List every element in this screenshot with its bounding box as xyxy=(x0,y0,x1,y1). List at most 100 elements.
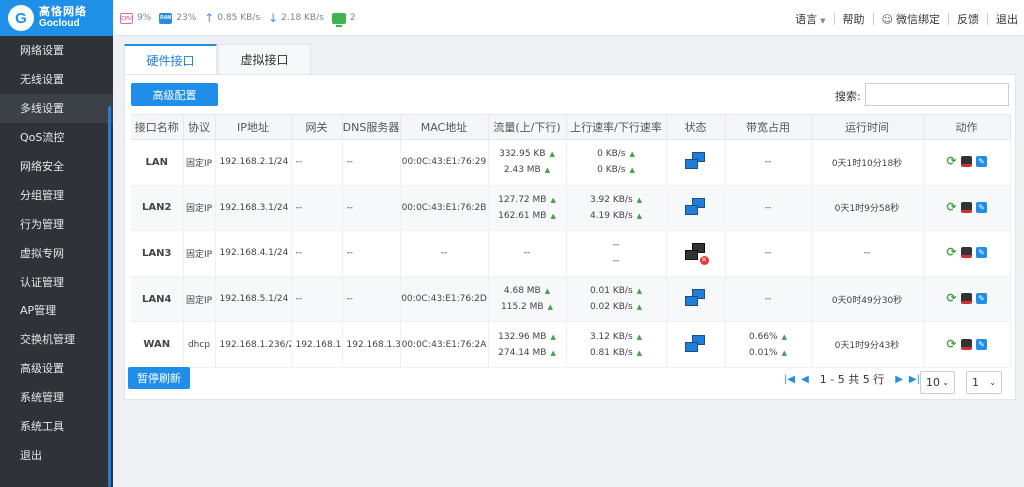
sidebar-scrollbar[interactable] xyxy=(108,106,111,487)
col-header-gateway: 网关 xyxy=(291,114,343,140)
tab-hardware[interactable]: 硬件接口 xyxy=(124,44,217,74)
disconnect-icon[interactable] xyxy=(961,293,972,305)
sidebar-item-qos[interactable]: QoS流控 xyxy=(0,123,113,152)
cell-gateway: -- xyxy=(291,230,343,277)
cell-name: WAN xyxy=(131,321,184,368)
first-page-icon[interactable]: |◀ xyxy=(784,374,795,385)
pagination: |◀ ◀ 1 - 5 共 5 行 ▶ ▶| xyxy=(781,371,923,387)
cell-uptime: 0天0时49分30秒 xyxy=(811,276,924,323)
sidebar-item-multiline[interactable]: 多线设置 xyxy=(0,93,113,123)
sidebar-item-vpn[interactable]: 虚拟专网 xyxy=(0,238,113,267)
online-monitor-icon xyxy=(331,12,346,27)
up-arrow-icon: ▲ xyxy=(544,287,551,296)
col-header-traffic: 流量(上/下行) xyxy=(488,114,567,140)
ram-value: 23% xyxy=(176,13,197,23)
cell-bandwidth: -- xyxy=(725,230,812,277)
network-connected-icon xyxy=(684,334,707,355)
logout-link[interactable]: 退出 xyxy=(996,11,1018,27)
cell-status xyxy=(666,321,726,368)
logo[interactable]: G 高恪网络 Gocloud xyxy=(0,0,113,36)
disconnect-icon[interactable] xyxy=(961,338,972,350)
sidebar-item-security[interactable]: 网络安全 xyxy=(0,152,113,181)
up-arrow-icon: ▲ xyxy=(550,195,556,204)
cell-ip: 192.168.1.236/24 xyxy=(215,321,292,368)
cell-bandwidth: -- xyxy=(725,276,812,323)
cell-actions: ⟳ ✎ xyxy=(923,230,1011,277)
wechat-icon: ☺ xyxy=(881,13,893,26)
upload-value: 0.85 KB/s xyxy=(217,13,261,23)
sidebar-item-ap[interactable]: AP管理 xyxy=(0,296,113,325)
cell-mac: -- xyxy=(400,230,489,277)
sidebar-item-wireless[interactable]: 无线设置 xyxy=(0,65,113,94)
ram-stat: RAM 23% xyxy=(159,12,197,24)
feedback-link[interactable]: 反馈 xyxy=(957,11,979,27)
edit-icon[interactable]: ✎ xyxy=(976,293,987,305)
upload-stat: ↑ 0.85 KB/s xyxy=(204,11,260,25)
refresh-icon[interactable]: ⟳ xyxy=(946,201,957,213)
disconnect-icon[interactable] xyxy=(961,156,972,168)
page-size-select[interactable]: 10 ⌄ xyxy=(920,371,955,394)
edit-icon[interactable]: ✎ xyxy=(976,201,987,213)
brand-name-cn: 高恪网络 xyxy=(39,5,87,18)
advanced-config-button[interactable]: 高级配置 xyxy=(131,83,218,106)
up-arrow-icon: ▲ xyxy=(636,348,643,357)
edit-icon[interactable]: ✎ xyxy=(976,338,987,350)
page-number-select[interactable]: 1 ⌄ xyxy=(966,371,1002,394)
help-link[interactable]: 帮助 xyxy=(843,11,865,27)
cell-rate: 3.92 KB/s ▲ 4.19 KB/s ▲ xyxy=(566,185,667,232)
up-arrow-icon: ▲ xyxy=(547,303,553,312)
system-stats: CPU 9% RAM 23% ↑ 0.85 KB/s ↓ 2.18 KB/s 2 xyxy=(120,10,364,27)
sidebar-item-exit[interactable]: 退出 xyxy=(0,440,113,469)
cell-rate: 3.12 KB/s ▲ 0.81 KB/s ▲ xyxy=(566,321,667,368)
cell-bandwidth: 0.66% ▲ 0.01% ▲ xyxy=(725,321,812,368)
pause-refresh-button[interactable]: 暂停刷新 xyxy=(128,367,190,389)
edit-icon[interactable]: ✎ xyxy=(976,156,987,168)
col-header-status: 状态 xyxy=(666,114,726,140)
refresh-icon[interactable]: ⟳ xyxy=(946,338,957,350)
sidebar-item-auth[interactable]: 认证管理 xyxy=(0,267,113,296)
next-page-icon[interactable]: ▶ xyxy=(895,374,903,385)
interface-panel: 高级配置 搜索: 接口名称 协议 IP地址 网关 DNS服务器 MAC地址 流量… xyxy=(124,74,1016,400)
prev-page-icon[interactable]: ◀ xyxy=(801,374,809,385)
up-arrow-icon: ▲ xyxy=(636,287,643,296)
up-arrow-icon: ▲ xyxy=(636,332,643,341)
sidebar-item-groups[interactable]: 分组管理 xyxy=(0,180,113,209)
col-header-bandwidth: 带宽占用 xyxy=(725,114,812,140)
disconnect-icon[interactable] xyxy=(961,247,972,259)
disconnect-icon[interactable] xyxy=(961,201,972,213)
up-arrow-icon: ▲ xyxy=(636,195,643,204)
interface-table: 接口名称 协议 IP地址 网关 DNS服务器 MAC地址 流量(上/下行) 上行… xyxy=(131,114,1011,368)
refresh-icon[interactable]: ⟳ xyxy=(946,246,957,258)
cell-mac: 00:0C:43:E1:76:29 xyxy=(400,139,489,186)
language-menu[interactable]: 语言 ▼ xyxy=(795,11,825,27)
up-arrow-icon: ▲ xyxy=(629,166,635,175)
up-arrow-icon: ▲ xyxy=(781,332,787,341)
cell-rate: 0 KB/s ▲ 0 KB/s ▲ xyxy=(566,139,667,186)
last-page-icon[interactable]: ▶| xyxy=(909,374,920,385)
sidebar-item-behavior[interactable]: 行为管理 xyxy=(0,209,113,238)
online-stat[interactable]: 2 xyxy=(331,12,356,27)
wechat-bind-link[interactable]: ☺ 微信绑定 xyxy=(882,11,940,27)
refresh-icon[interactable]: ⟳ xyxy=(946,292,957,304)
sidebar-item-switch[interactable]: 交换机管理 xyxy=(0,325,113,354)
cpu-stat: CPU 9% xyxy=(120,12,152,24)
cell-actions: ⟳ ✎ xyxy=(923,139,1011,186)
cell-actions: ⟳ ✎ xyxy=(923,321,1011,368)
tab-virtual[interactable]: 虚拟接口 xyxy=(218,44,311,74)
cell-traffic: 127.72 MB ▲ 162.61 MB ▲ xyxy=(488,185,567,232)
sidebar-item-advanced[interactable]: 高级设置 xyxy=(0,354,113,383)
refresh-icon[interactable]: ⟳ xyxy=(946,155,957,167)
col-header-protocol: 协议 xyxy=(183,114,216,140)
cell-status: ✕ xyxy=(666,230,726,277)
sidebar-item-tools[interactable]: 系统工具 xyxy=(0,412,113,441)
cell-gateway: -- xyxy=(291,139,343,186)
download-value: 2.18 KB/s xyxy=(281,13,324,23)
sidebar-item-network[interactable]: 网络设置 xyxy=(0,36,113,65)
search-label: 搜索: xyxy=(835,90,861,103)
cell-protocol: dhcp xyxy=(183,321,216,368)
sidebar-item-system[interactable]: 系统管理 xyxy=(0,383,113,412)
online-count: 2 xyxy=(349,13,356,23)
edit-icon[interactable]: ✎ xyxy=(976,247,987,259)
cpu-value: 9% xyxy=(137,13,152,23)
search-input[interactable] xyxy=(865,83,1009,106)
